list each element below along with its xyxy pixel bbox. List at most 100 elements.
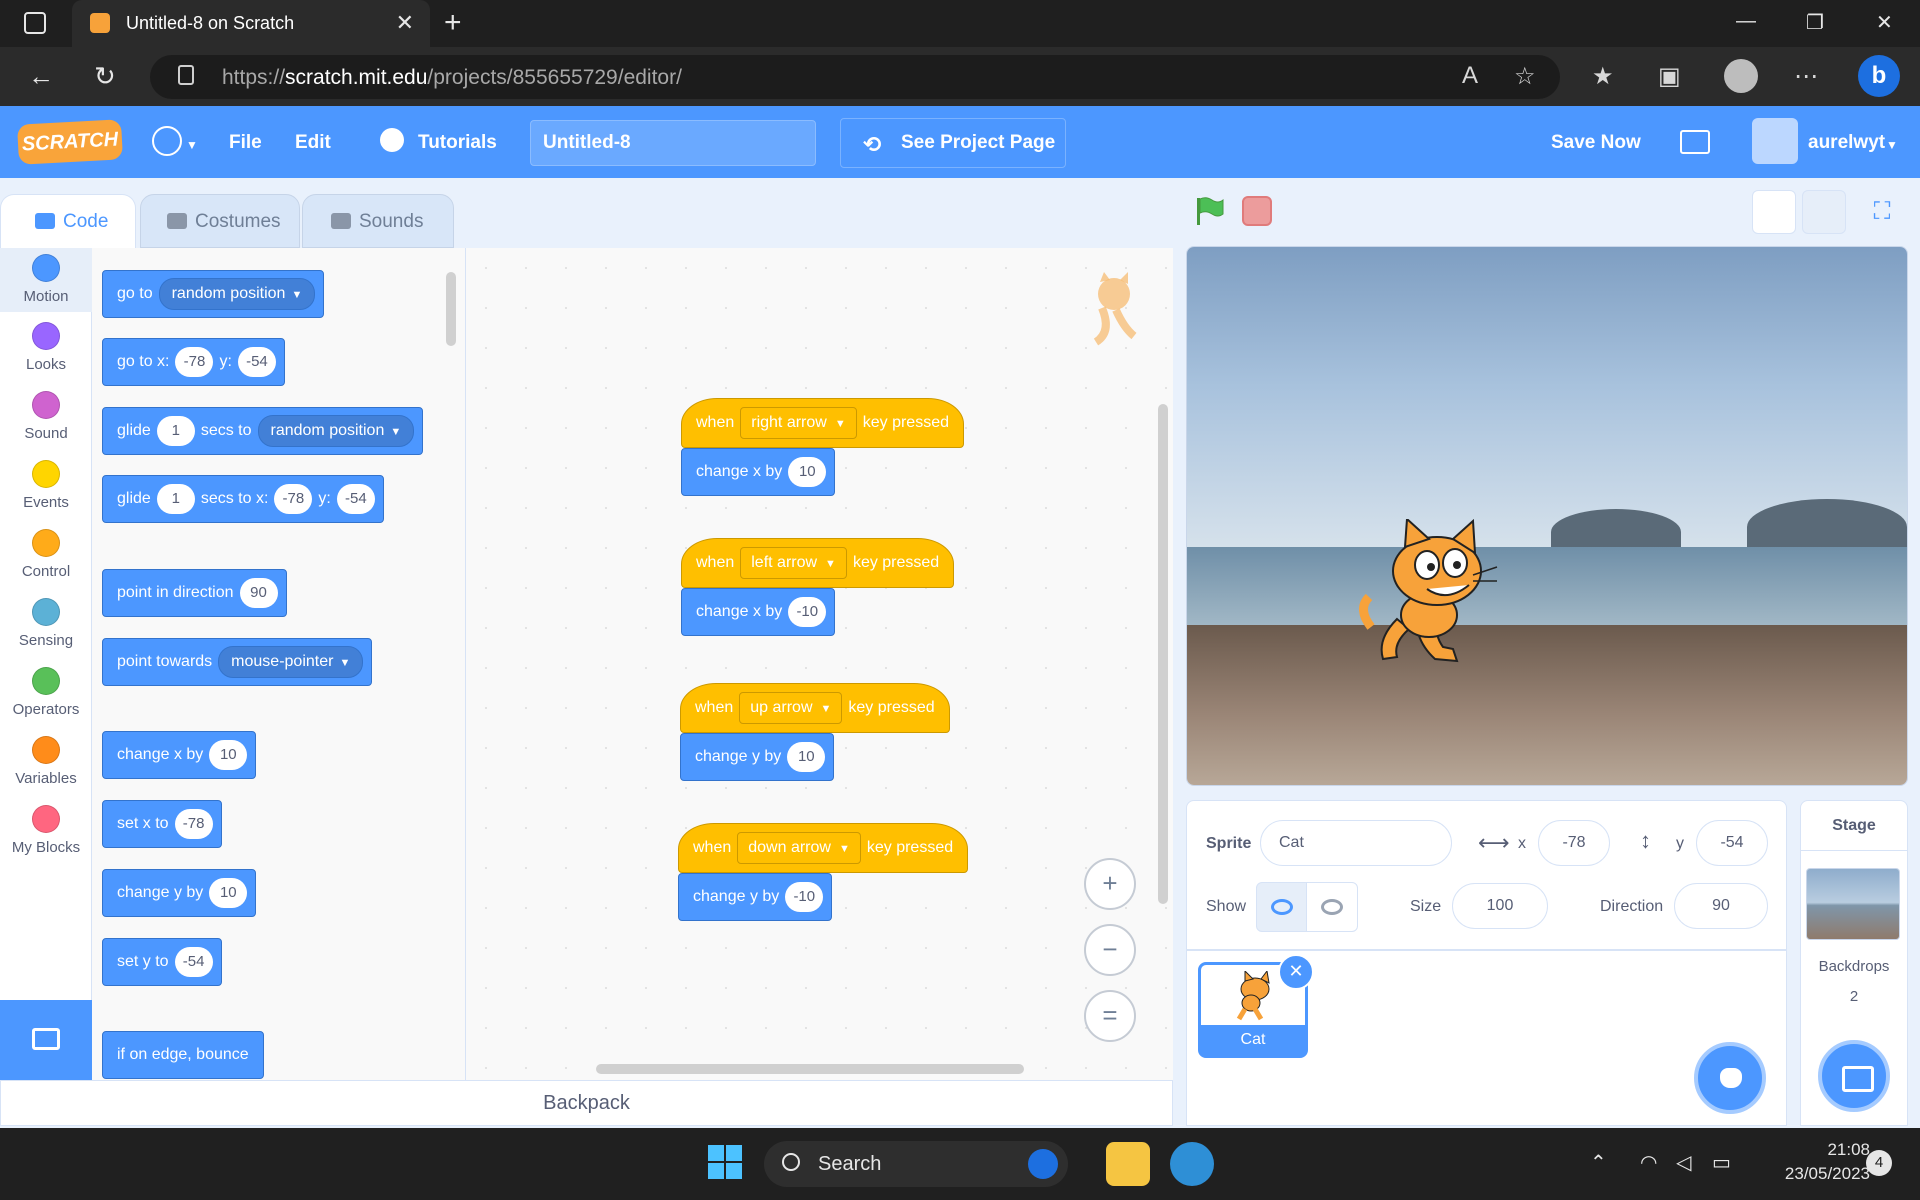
language-globe-icon[interactable]: [152, 126, 182, 156]
edit-menu[interactable]: Edit: [295, 132, 331, 154]
script-block-change-y-by[interactable]: change y by 10: [680, 733, 835, 781]
bing-icon[interactable]: b: [1858, 55, 1900, 97]
cat-sprite[interactable]: [1357, 519, 1505, 669]
category-operators[interactable]: Operators: [0, 667, 92, 718]
hat-block-when-key-pressed[interactable]: when left arrow ▼ key pressed: [681, 538, 955, 588]
block-change-y-by[interactable]: change y by 10: [102, 869, 257, 917]
stop-icon[interactable]: [1242, 196, 1272, 226]
block-glide-to-xy[interactable]: glide 1 secs to x: -78 y: -54: [102, 475, 384, 523]
key-dropdown[interactable]: left arrow ▼: [740, 547, 847, 579]
save-now-button[interactable]: Save Now: [1551, 132, 1641, 154]
block-go-to-xy[interactable]: go to x: -78 y: -54: [102, 338, 285, 386]
scratch-logo[interactable]: SCRATCH: [17, 119, 123, 165]
chevron-down-icon[interactable]: ▼: [186, 138, 198, 152]
username-menu[interactable]: aurelwyt: [1808, 132, 1885, 154]
category-my-blocks[interactable]: My Blocks: [0, 805, 92, 856]
tab-sounds[interactable]: Sounds: [302, 194, 454, 248]
script-horizontal-scrollbar[interactable]: [596, 1064, 1024, 1074]
user-avatar[interactable]: [1752, 118, 1798, 164]
value-input[interactable]: -10: [785, 882, 824, 912]
change-x-input[interactable]: 10: [209, 740, 248, 770]
key-dropdown[interactable]: right arrow ▼: [740, 407, 857, 439]
normal-stage-button[interactable]: [1802, 190, 1846, 234]
set-x-input[interactable]: -78: [174, 809, 213, 839]
tutorials-menu[interactable]: Tutorials: [418, 132, 497, 154]
script-area[interactable]: [466, 248, 1173, 1080]
value-input[interactable]: 10: [787, 742, 826, 772]
x-position-input[interactable]: -78: [1538, 820, 1610, 866]
add-extension-button[interactable]: [0, 1000, 92, 1080]
windows-start-icon[interactable]: [708, 1145, 742, 1179]
favorites-icon[interactable]: ★: [1592, 62, 1614, 91]
battery-icon[interactable]: ▭: [1712, 1150, 1731, 1175]
see-project-page-button[interactable]: ⟲ See Project Page: [840, 118, 1066, 168]
zoom-in-icon[interactable]: +: [1084, 858, 1136, 910]
block-change-x-by[interactable]: change x by 10: [102, 731, 257, 779]
y-input[interactable]: -54: [336, 484, 375, 514]
minimize-icon[interactable]: —: [1736, 10, 1756, 33]
category-events[interactable]: Events: [0, 460, 92, 511]
direction-input[interactable]: 90: [1674, 883, 1768, 929]
block-go-to[interactable]: go to random position ▼: [102, 270, 325, 318]
glide-target-dropdown[interactable]: random position ▼: [257, 415, 415, 447]
show-hidden-icons-icon[interactable]: ⌃: [1590, 1150, 1607, 1175]
add-favorite-icon[interactable]: ☆: [1514, 62, 1536, 91]
edge-browser-icon[interactable]: [1170, 1142, 1214, 1186]
show-hidden-button[interactable]: [1306, 882, 1358, 932]
key-dropdown[interactable]: down arrow ▼: [737, 832, 861, 864]
block-if-on-edge-bounce[interactable]: if on edge, bounce: [102, 1031, 264, 1079]
size-input[interactable]: 100: [1452, 883, 1548, 929]
browser-tab[interactable]: Untitled-8 on Scratch ✕: [72, 0, 430, 47]
hat-block-when-key-pressed[interactable]: when down arrow ▼ key pressed: [678, 823, 969, 873]
direction-input[interactable]: 90: [239, 578, 278, 608]
hat-block-when-key-pressed[interactable]: when right arrow ▼ key pressed: [681, 398, 964, 448]
category-control[interactable]: Control: [0, 529, 92, 580]
value-input[interactable]: -10: [788, 597, 827, 627]
profile-avatar[interactable]: [1724, 59, 1758, 93]
more-options-icon[interactable]: ⋯: [1794, 62, 1818, 91]
read-aloud-icon[interactable]: A: [1462, 62, 1478, 90]
lightbulb-icon[interactable]: [380, 128, 404, 152]
script-block-change-x-by[interactable]: change x by -10: [681, 588, 836, 636]
tab-code[interactable]: Code: [0, 194, 136, 248]
key-dropdown[interactable]: up arrow ▼: [739, 692, 843, 724]
block-glide-to[interactable]: glide 1 secs to random position ▼: [102, 407, 424, 455]
block-point-in-direction[interactable]: point in direction 90: [102, 569, 287, 617]
lock-icon[interactable]: [178, 65, 194, 85]
y-input[interactable]: -54: [237, 347, 276, 377]
refresh-icon[interactable]: ↻: [94, 61, 116, 92]
choose-backdrop-button[interactable]: [1818, 1040, 1890, 1112]
tab-costumes[interactable]: Costumes: [140, 194, 300, 248]
script-block-change-x-by[interactable]: change x by 10: [681, 448, 836, 496]
collections-icon[interactable]: ▣: [1658, 62, 1681, 91]
project-title-input[interactable]: Untitled-8: [530, 120, 816, 166]
back-icon[interactable]: ←: [28, 61, 54, 92]
fullscreen-icon[interactable]: ⛶: [1860, 190, 1904, 234]
block-set-y-to[interactable]: set y to -54: [102, 938, 222, 986]
close-tab-icon[interactable]: ✕: [396, 10, 414, 36]
green-flag-icon[interactable]: [1194, 196, 1224, 226]
taskbar-clock[interactable]: 21:08 23/05/2023: [1760, 1138, 1870, 1186]
tab-actions-icon[interactable]: [24, 12, 46, 34]
notification-badge[interactable]: 4: [1866, 1150, 1892, 1176]
block-set-x-to[interactable]: set x to -78: [102, 800, 222, 848]
taskbar-search[interactable]: Search: [764, 1141, 1068, 1187]
volume-icon[interactable]: ◁: [1676, 1150, 1691, 1175]
palette-scrollbar[interactable]: [446, 272, 456, 346]
restore-icon[interactable]: ❐: [1806, 10, 1824, 35]
account-chevron-icon[interactable]: ▼: [1886, 138, 1898, 152]
block-point-towards[interactable]: point towards mouse-pointer ▼: [102, 638, 373, 686]
set-y-input[interactable]: -54: [174, 947, 213, 977]
script-block-change-y-by[interactable]: change y by -10: [678, 873, 833, 921]
my-stuff-folder-icon[interactable]: [1680, 130, 1710, 154]
y-position-input[interactable]: -54: [1696, 820, 1768, 866]
backpack-bar[interactable]: Backpack: [0, 1080, 1173, 1126]
value-input[interactable]: 10: [788, 457, 827, 487]
category-looks[interactable]: Looks: [0, 322, 92, 373]
x-input[interactable]: -78: [175, 347, 214, 377]
file-explorer-icon[interactable]: [1106, 1142, 1150, 1186]
category-variables[interactable]: Variables: [0, 736, 92, 787]
category-motion[interactable]: Motion: [0, 248, 92, 312]
stage-canvas[interactable]: [1186, 246, 1908, 786]
small-stage-button[interactable]: [1752, 190, 1796, 234]
